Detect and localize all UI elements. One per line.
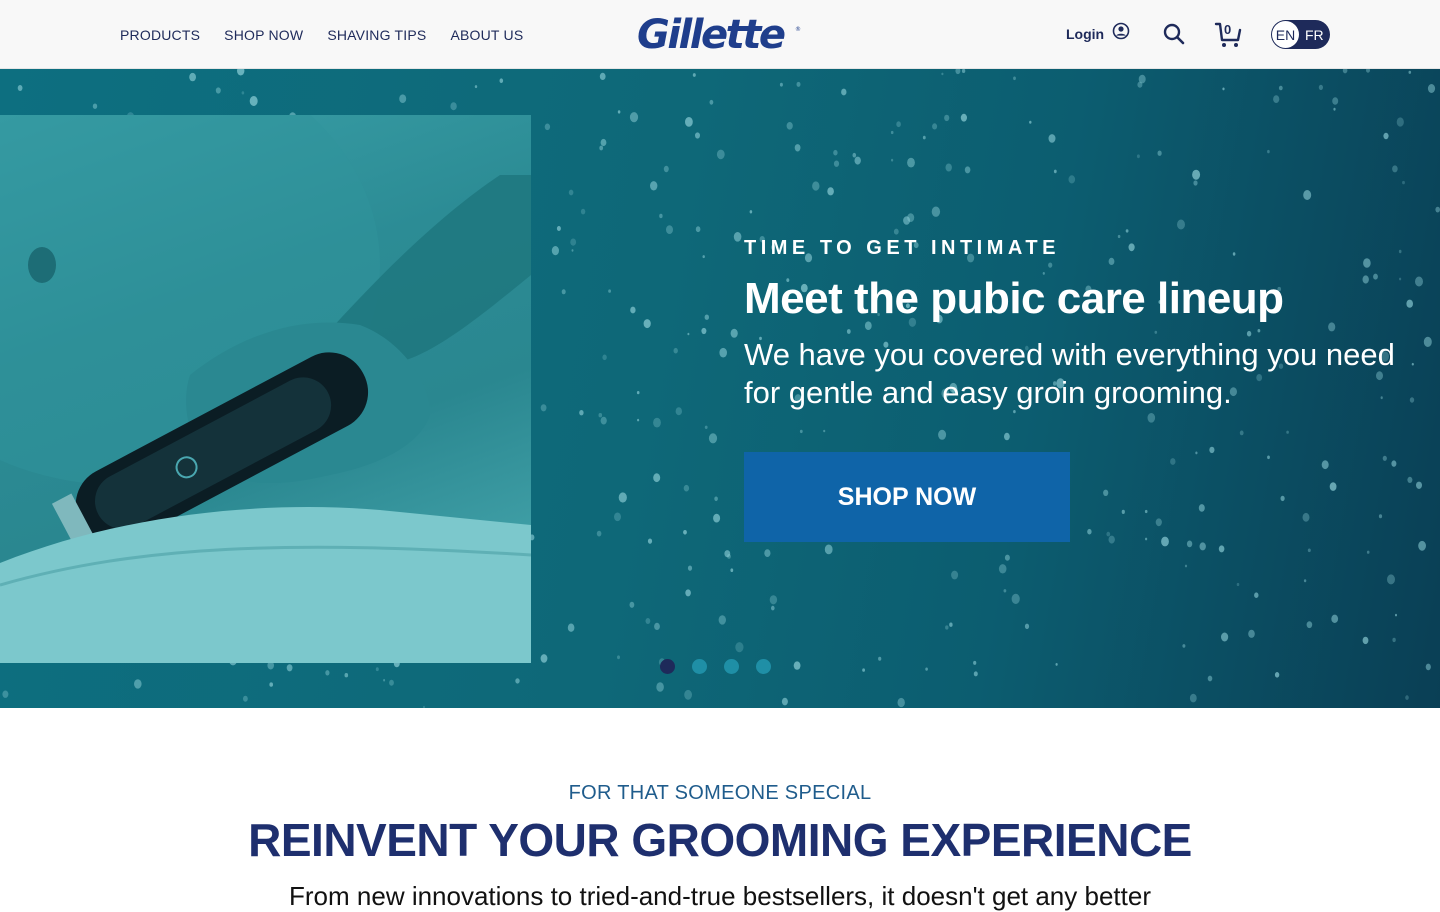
cart-count-badge: 0 xyxy=(1224,22,1232,37)
language-toggle: EN FR xyxy=(1271,20,1330,49)
nav-shaving-tips[interactable]: SHAVING TIPS xyxy=(327,27,426,43)
hero-subhead: We have you covered with everything you … xyxy=(744,337,1395,410)
login-button[interactable]: Login xyxy=(1066,22,1130,45)
carousel-dot-2[interactable] xyxy=(692,659,707,674)
hero-banner: TIME TO GET INTIMATE Meet the pubic care… xyxy=(0,69,1440,708)
intro-body: From new innovations to tried-and-true b… xyxy=(289,881,1151,911)
logo-text: Gillette xyxy=(637,12,786,58)
hero-photo-trimmer xyxy=(0,115,531,663)
lang-fr-option[interactable]: FR xyxy=(1305,27,1324,43)
main-nav: PRODUCTS SHOP NOW SHAVING TIPS ABOUT US xyxy=(120,0,523,69)
login-label: Login xyxy=(1066,25,1105,42)
hero-content: TIME TO GET INTIMATE Meet the pubic care… xyxy=(744,237,1434,412)
search-icon xyxy=(1162,23,1186,50)
carousel-dot-4[interactable] xyxy=(756,659,771,674)
search-button[interactable] xyxy=(1162,22,1186,46)
nav-products[interactable]: PRODUCTS xyxy=(120,27,200,43)
carousel-dot-1[interactable] xyxy=(660,659,675,674)
cart-button[interactable]: 0 xyxy=(1214,20,1244,50)
gillette-logo[interactable]: Gillette ® xyxy=(637,12,803,58)
carousel-dot-3[interactable] xyxy=(724,659,739,674)
shopping-cart-icon xyxy=(1214,22,1244,54)
nav-shop-now[interactable]: SHOP NOW xyxy=(224,27,303,43)
intro-eyebrow: FOR THAT SOMEONE SPECIAL xyxy=(568,782,872,804)
site-header: PRODUCTS SHOP NOW SHAVING TIPS ABOUT US … xyxy=(0,0,1440,69)
user-circle-icon xyxy=(1112,22,1130,45)
hero-shop-now-button[interactable]: SHOP NOW xyxy=(744,452,1070,542)
intro-title: REINVENT YOUR GROOMING EXPERIENCE xyxy=(248,814,1192,866)
carousel-dots xyxy=(660,659,771,674)
logo-registered-mark: ® xyxy=(795,26,801,33)
intro-section: FOR THAT SOMEONE SPECIAL REINVENT YOUR G… xyxy=(0,708,1440,912)
nav-about-us[interactable]: ABOUT US xyxy=(450,27,523,43)
hero-headline: Meet the pubic care lineup xyxy=(744,274,1284,323)
lang-en-option[interactable]: EN xyxy=(1272,21,1299,48)
hero-eyebrow: TIME TO GET INTIMATE xyxy=(744,237,1060,259)
